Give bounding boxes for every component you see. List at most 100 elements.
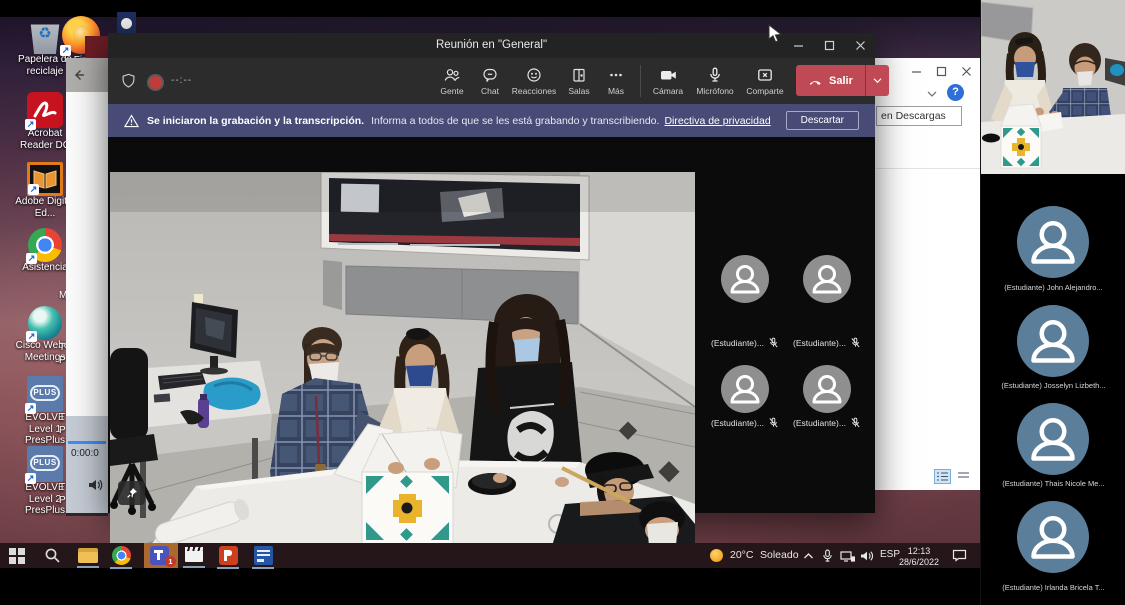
- mic-muted-icon: [850, 337, 861, 348]
- mouse-cursor: [768, 24, 782, 44]
- recycle-icon: ♻: [28, 24, 62, 42]
- weather-temperature[interactable]: 20°C: [730, 549, 753, 561]
- chevron-down-icon[interactable]: [927, 90, 937, 98]
- people-icon: [443, 66, 461, 84]
- tray-microphone-icon[interactable]: [822, 549, 833, 563]
- privacy-policy-link[interactable]: Directiva de privacidad: [664, 115, 770, 127]
- toolbar-share-button[interactable]: Comparte: [740, 58, 790, 104]
- pin-video-button[interactable]: [118, 481, 145, 505]
- details-view-button[interactable]: [934, 469, 951, 484]
- dismiss-banner-button[interactable]: Descartar: [786, 111, 859, 130]
- tray-volume-icon[interactable]: [860, 550, 874, 562]
- chat-icon: [481, 66, 499, 84]
- toolbar-label: Cámara: [653, 86, 683, 96]
- toolbar-microphone-button[interactable]: Micrófono: [690, 58, 740, 104]
- toolbar-label: Reacciones: [512, 86, 556, 96]
- teams-notification-badge: 1: [165, 556, 176, 567]
- shortcut-arrow-icon: [25, 403, 36, 414]
- recycle-lid: [30, 18, 60, 23]
- participant-name: (Estudiante)...: [793, 338, 846, 348]
- taskbar-search-button[interactable]: [44, 547, 61, 569]
- toolbar-chat-button[interactable]: Chat: [472, 58, 508, 104]
- participant-name: (Estudiante)...: [711, 338, 764, 348]
- window-close-button[interactable]: [845, 33, 875, 58]
- participant-avatar[interactable]: [803, 255, 851, 303]
- help-button[interactable]: ?: [947, 84, 964, 101]
- window-maximize-button[interactable]: [814, 33, 844, 58]
- shortcut-arrow-icon: [26, 331, 37, 342]
- teams-titlebar: Reunión en "General": [108, 33, 875, 58]
- person-icon: [803, 365, 851, 413]
- participant-avatar[interactable]: [721, 365, 769, 413]
- participant-name-row: (Estudiante)...: [705, 337, 785, 348]
- minimize-icon[interactable]: [911, 66, 922, 77]
- plus-badge: PLUS: [30, 455, 60, 471]
- mic-muted-icon: [768, 337, 779, 348]
- sidebar-participant-avatar[interactable]: [1017, 501, 1089, 573]
- clapperboard-icon: [185, 550, 203, 562]
- sidebar-participant-avatar[interactable]: [1017, 206, 1089, 278]
- taskbar-app-button[interactable]: [254, 546, 273, 565]
- participants-sidebar: (Estudiante) John Alejandro... (Estudian…: [980, 0, 1125, 605]
- toolbar-label: Gente: [440, 86, 463, 96]
- pin-icon: [126, 487, 138, 499]
- weather-sun-icon[interactable]: [710, 549, 723, 562]
- taskbar-chrome-button[interactable]: [112, 546, 131, 565]
- sidebar-participant-avatar[interactable]: [1017, 403, 1089, 475]
- participant-name-row: (Estudiante)...: [787, 417, 867, 428]
- meeting-timer: --:--: [171, 75, 192, 86]
- toolbar-camera-button[interactable]: Cámara: [646, 58, 690, 104]
- hangup-icon: [808, 74, 823, 88]
- back-arrow-icon[interactable]: [71, 67, 87, 83]
- toolbar-reactions-button[interactable]: Reacciones: [508, 58, 560, 104]
- mic-muted-icon: [768, 417, 779, 428]
- toolbar-more-button[interactable]: Más: [598, 58, 634, 104]
- hidden-icon-label-fragment: P: [59, 355, 66, 366]
- hidden-icon-label-fragment: T: [59, 342, 65, 353]
- sidebar-video-feed[interactable]: [981, 0, 1125, 174]
- player-volume-icon[interactable]: [86, 476, 104, 494]
- close-icon[interactable]: [961, 66, 972, 77]
- recording-banner: Se iniciaron la grabación y la transcrip…: [108, 104, 875, 137]
- participant-avatar[interactable]: [721, 255, 769, 303]
- main-video-feed: [110, 172, 695, 546]
- leave-options-chevron[interactable]: [865, 65, 889, 96]
- maximize-icon[interactable]: [936, 66, 947, 77]
- window-minimize-button[interactable]: [783, 33, 813, 58]
- taskbar-explorer-button[interactable]: [78, 548, 98, 563]
- taskbar-clock[interactable]: 12:13 28/6/2022: [897, 546, 941, 568]
- sidebar-participant-name: (Estudiante) Thais Nicole Me...: [983, 479, 1124, 488]
- hidden-app-fragment: [117, 12, 136, 33]
- list-view-button[interactable]: [956, 469, 973, 484]
- participant-name-row: (Estudiante)...: [787, 337, 867, 348]
- toolbar-people-button[interactable]: Gente: [432, 58, 472, 104]
- explorer-search-input[interactable]: [876, 106, 962, 126]
- clock-date: 28/6/2022: [897, 557, 941, 568]
- sidebar-participant-avatar[interactable]: [1017, 305, 1089, 377]
- toolbar-divider: [640, 65, 641, 97]
- toolbar-label: Micrófono: [696, 86, 733, 96]
- person-icon: [1017, 501, 1089, 573]
- toolbar-rooms-button[interactable]: Salas: [560, 58, 598, 104]
- player-progress-bar[interactable]: [68, 441, 106, 444]
- leave-button[interactable]: Salir: [796, 65, 889, 96]
- tray-network-icon[interactable]: [840, 551, 855, 562]
- person-icon: [1017, 305, 1089, 377]
- warning-icon: [124, 114, 139, 128]
- weather-condition[interactable]: Soleado: [760, 549, 799, 561]
- player-elapsed-time: 0:00:0: [71, 448, 99, 459]
- start-button[interactable]: [9, 548, 25, 564]
- tray-chevron-up-icon[interactable]: [803, 552, 814, 560]
- teams-toolbar: --:-- Gente Chat Reacciones Salas Más: [108, 58, 875, 105]
- shortcut-arrow-icon: [25, 473, 36, 484]
- strip-window-header: [66, 58, 108, 92]
- participant-avatar[interactable]: [803, 365, 851, 413]
- background-window-strip: 0:00:0: [66, 58, 108, 516]
- taskbar-teams-button[interactable]: 1: [144, 543, 178, 568]
- taskbar-films-button[interactable]: [185, 547, 203, 562]
- person-icon: [721, 365, 769, 413]
- leave-label: Salir: [829, 75, 853, 87]
- taskbar-powerpoint-button[interactable]: [219, 546, 238, 565]
- action-center-icon[interactable]: [952, 549, 967, 562]
- sidebar-participant-name: (Estudiante) Josselyn Lizbeth...: [983, 381, 1124, 390]
